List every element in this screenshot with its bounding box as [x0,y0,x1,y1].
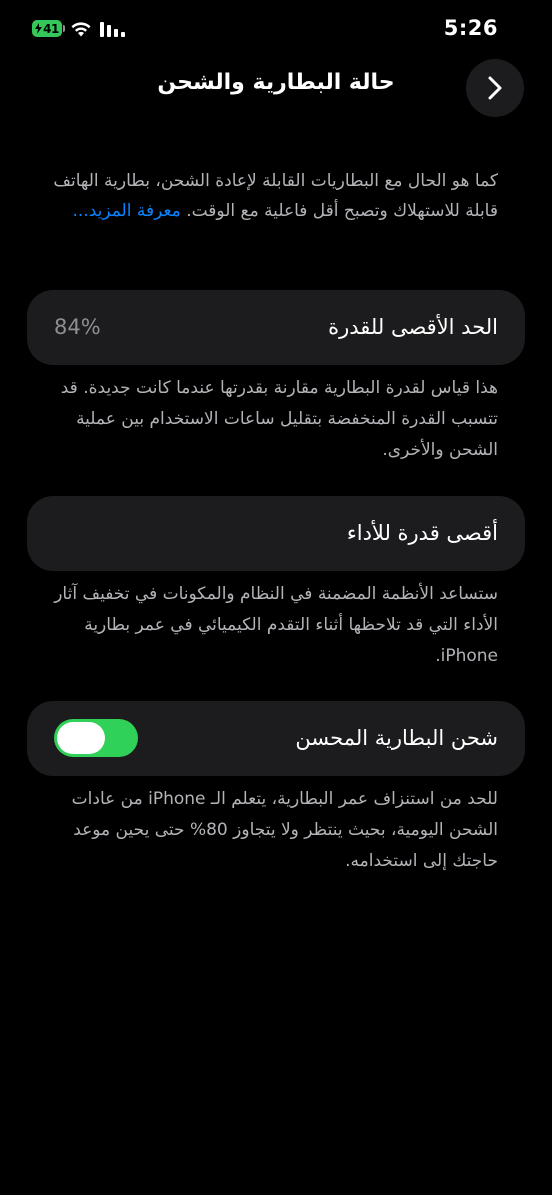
peak-performance-label: أقصى قدرة للأداء [346,521,498,545]
status-icons: 41 [32,20,126,37]
status-bar: 41 5:26 [0,0,552,60]
peak-performance-row[interactable]: أقصى قدرة للأداء [27,496,525,571]
max-capacity-row: الحد الأقصى للقدرة 84% [27,290,525,365]
intro-text-block: كما هو الحال مع البطاريات القابلة لإعادة… [38,166,498,226]
learn-more-link[interactable]: معرفة المزيد... [72,201,180,221]
chevron-right-icon [488,76,502,100]
optimized-charging-row: شحن البطارية المحسن [27,701,525,776]
optimized-charging-label: شحن البطارية المحسن [295,726,498,750]
charging-bolt-icon [35,23,43,34]
battery-icon: 41 [32,20,65,37]
cellular-signal-icon [100,22,125,37]
max-capacity-label: الحد الأقصى للقدرة [328,315,498,339]
max-capacity-description: هذا قياس لقدرة البطارية مقارنة بقدرتها ع… [60,378,498,460]
back-button[interactable] [466,59,524,117]
optimized-charging-description: للحد من استنزاف عمر البطارية، يتعلم الـ … [71,789,498,871]
battery-level: 41 [43,21,59,36]
peak-performance-description: ستساعد الأنظمة المضمنة في النظام والمكون… [54,584,498,666]
toggle-knob [57,722,105,754]
status-time: 5:26 [443,16,498,40]
max-capacity-value: 84% [54,315,101,339]
optimized-charging-toggle[interactable] [54,719,138,757]
wifi-icon [71,22,91,37]
